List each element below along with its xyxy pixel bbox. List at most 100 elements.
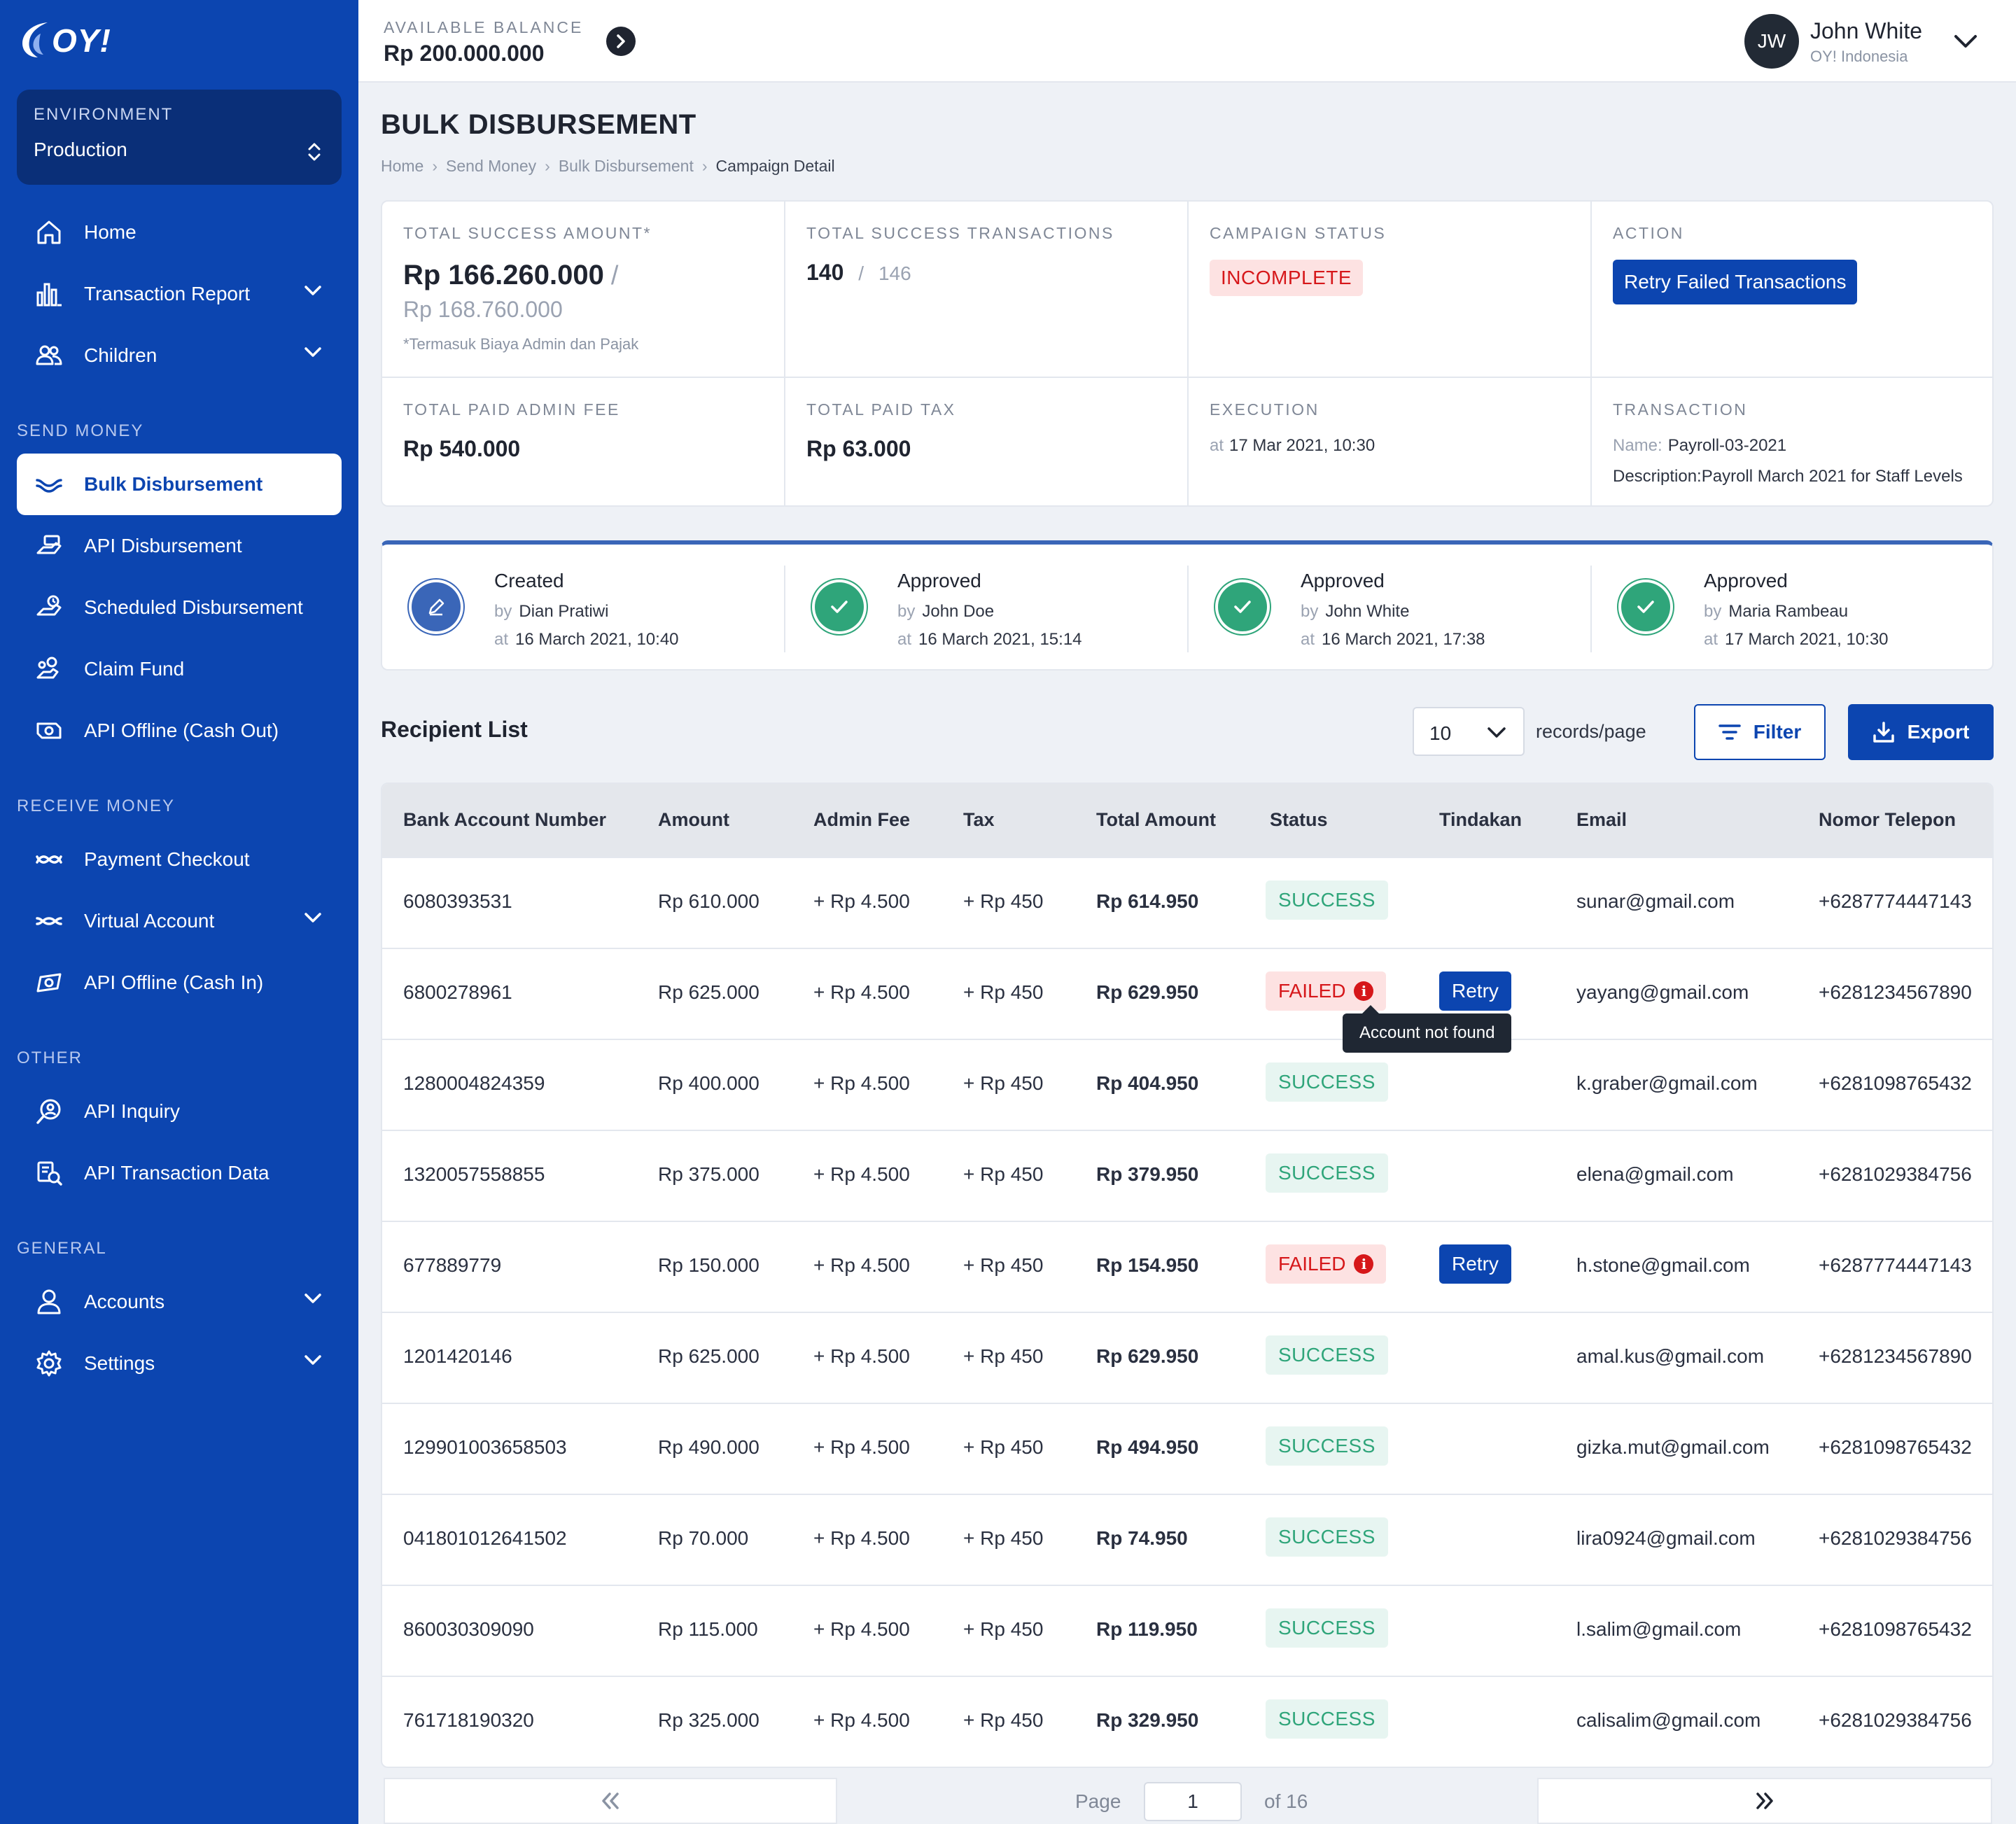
sidebar-item-api-offline-cash-out[interactable]: API Offline (Cash Out) <box>17 700 342 762</box>
status-badge-success: SUCCESS <box>1266 1699 1388 1739</box>
timeline-step-approved: Approved by Maria Rambeau at 17 March 2021… <box>1592 545 1995 671</box>
step-by: by John Doe <box>897 602 994 622</box>
transaction-description: Description:Payroll March 2021 for Staff… <box>1613 467 1974 486</box>
sidebar-item-api-transaction-data[interactable]: API Transaction Data <box>17 1142 342 1204</box>
column-header[interactable]: Admin Fee <box>813 809 910 831</box>
sidebar-item-label: API Offline (Cash In) <box>84 971 264 993</box>
sidebar-item-label: Bulk Disbursement <box>84 473 263 495</box>
sidebar-item-transaction-report[interactable]: Transaction Report <box>17 263 342 325</box>
cell-tax: + Rp 450 <box>963 890 1044 912</box>
column-header[interactable]: Status <box>1270 809 1328 831</box>
breadcrumb-bulk-disbursement[interactable]: Bulk Disbursement <box>559 157 694 176</box>
sidebar-item-api-disbursement[interactable]: API Disbursement <box>17 515 342 577</box>
chevron-right-icon <box>617 34 625 48</box>
sidebar-item-settings[interactable]: Settings <box>17 1333 342 1394</box>
cell-email: sunar@gmail.com <box>1576 890 1735 912</box>
chevron-down-icon[interactable] <box>1953 34 1978 49</box>
campaign-status-badge: INCOMPLETE <box>1210 260 1364 296</box>
cell-email: h.stone@gmail.com <box>1576 1254 1750 1276</box>
error-tooltip: Account not found <box>1343 1005 1512 1053</box>
retry-button[interactable]: Retry <box>1439 1244 1511 1284</box>
chevron-down-icon <box>304 913 321 922</box>
column-header[interactable]: Tax <box>963 809 995 831</box>
recipient-table: Bank Account Number Amount Admin Fee Tax… <box>381 783 1994 1768</box>
info-icon[interactable]: i <box>1354 1254 1374 1274</box>
breadcrumb-home[interactable]: Home <box>381 157 424 176</box>
by-key: by <box>1704 602 1722 621</box>
cell-tax: + Rp 450 <box>963 1527 1044 1549</box>
total-paid-tax-cell: TOTAL PAID TAX Rp 63.000 <box>785 378 1189 484</box>
sidebar-item-bulk-disbursement[interactable]: Bulk Disbursement <box>17 454 342 515</box>
cell-total: Rp 119.950 <box>1096 1618 1198 1640</box>
tx-slash: / <box>858 262 864 284</box>
cell-fee: + Rp 4.500 <box>813 1163 910 1185</box>
sidebar-item-label: API Inquiry <box>84 1100 180 1122</box>
step-title: Approved <box>1301 570 1385 591</box>
balance-value: Rp 200.000.000 <box>384 41 545 66</box>
success-amount-value: Rp 166.260.000 <box>403 260 604 290</box>
users-icon <box>34 340 64 371</box>
logo-text: OY! <box>52 22 111 59</box>
by-key: by <box>897 602 916 621</box>
cell-total: Rp 629.950 <box>1096 1345 1199 1367</box>
export-button[interactable]: Export <box>1848 704 1994 760</box>
cell-email: amal.kus@gmail.com <box>1576 1345 1765 1367</box>
status-badge-success: SUCCESS <box>1266 1608 1388 1648</box>
sidebar-item-scheduled-disbursement[interactable]: Scheduled Disbursement <box>17 577 342 638</box>
name-key: Name: <box>1613 436 1662 455</box>
cell-amount: Rp 490.000 <box>658 1436 760 1458</box>
environment-selector[interactable]: ENVIRONMENT Production <box>17 90 342 185</box>
inquiry-icon <box>34 1096 64 1127</box>
sidebar-item-api-offline-cash-in[interactable]: API Offline (Cash In) <box>17 952 342 1013</box>
step-title: Created <box>494 570 564 591</box>
page-number-input[interactable]: 1 <box>1144 1782 1242 1821</box>
sidebar-item-children[interactable]: Children <box>17 325 342 386</box>
check-circle-icon <box>1218 582 1267 631</box>
gear-icon <box>34 1348 64 1379</box>
status-badge-success: SUCCESS <box>1266 1153 1388 1193</box>
sidebar-item-api-inquiry[interactable]: API Inquiry <box>17 1081 342 1142</box>
logo[interactable]: OY! <box>20 20 111 62</box>
action-label: ACTION <box>1613 224 1684 242</box>
cell-fee: + Rp 4.500 <box>813 1527 910 1549</box>
sidebar-item-claim-fund[interactable]: Claim Fund <box>17 638 342 700</box>
topbar: AVAILABLE BALANCE Rp 200.000.000 JW John… <box>358 0 2016 83</box>
sidebar-item-label: Transaction Report <box>84 283 251 304</box>
cell-total: Rp 329.950 <box>1096 1709 1199 1731</box>
sidebar-item-payment-checkout[interactable]: Payment Checkout <box>17 829 342 890</box>
column-header[interactable]: Tindakan <box>1439 809 1522 831</box>
balance-detail-button[interactable] <box>606 27 636 56</box>
cell-fee: + Rp 4.500 <box>813 1345 910 1367</box>
column-header[interactable]: Total Amount <box>1096 809 1216 831</box>
sidebar: OY! ENVIRONMENT Production Home Transact… <box>0 0 358 1824</box>
info-icon[interactable]: i <box>1354 981 1374 1001</box>
sidebar-item-home[interactable]: Home <box>17 202 342 263</box>
retry-failed-transactions-button[interactable]: Retry Failed Transactions <box>1613 260 1858 304</box>
column-header[interactable]: Amount <box>658 809 729 831</box>
filter-button[interactable]: Filter <box>1694 704 1826 760</box>
column-header[interactable]: Nomor Telepon <box>1819 809 1956 831</box>
step-at: at 17 March 2021, 10:30 <box>1704 630 1889 650</box>
retry-button[interactable]: Retry <box>1439 971 1511 1011</box>
cell-amount: Rp 400.000 <box>658 1072 760 1094</box>
sidebar-item-virtual-account[interactable]: Virtual Account <box>17 890 342 952</box>
next-page-button[interactable] <box>1537 1778 1992 1824</box>
table-body: 6080393531 Rp 610.000 + Rp 4.500 + Rp 450 Rp… <box>382 857 1992 1767</box>
column-header[interactable]: Bank Account Number <box>403 809 606 831</box>
double-chevron-left-icon <box>602 1793 619 1809</box>
cell-tax: + Rp 450 <box>963 1072 1044 1094</box>
breadcrumb-send-money[interactable]: Send Money <box>446 157 536 176</box>
step-at-value: 17 March 2021, 10:30 <box>1725 630 1889 649</box>
updown-caret-icon <box>308 143 321 161</box>
sidebar-item-label: Accounts <box>84 1291 165 1312</box>
avatar[interactable]: JW <box>1744 14 1799 69</box>
sidebar-item-accounts[interactable]: Accounts <box>17 1271 342 1333</box>
previous-page-button[interactable] <box>384 1778 837 1824</box>
by-key: by <box>494 602 512 621</box>
transaction-data-icon <box>34 1158 64 1188</box>
total-success-transactions-label: TOTAL SUCCESS TRANSACTIONS <box>806 224 1114 242</box>
column-header[interactable]: Email <box>1576 809 1627 831</box>
records-per-page-select[interactable]: 10 <box>1413 707 1525 756</box>
step-by-value: Dian Pratiwi <box>519 602 609 621</box>
cell-total: Rp 614.950 <box>1096 890 1199 912</box>
